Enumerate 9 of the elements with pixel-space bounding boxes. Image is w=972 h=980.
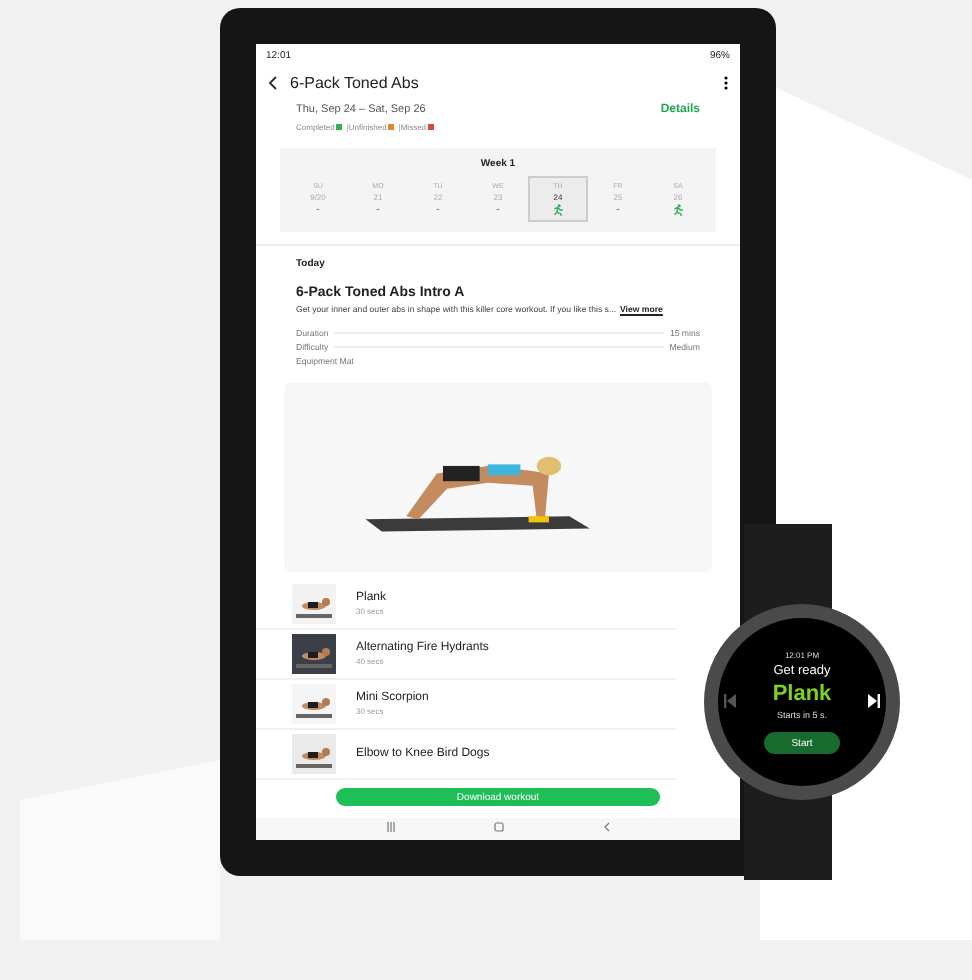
home-icon[interactable] <box>493 822 503 832</box>
back-icon[interactable] <box>268 76 278 90</box>
watch-exercise: Plank <box>772 682 832 706</box>
previous-icon[interactable] <box>724 694 736 708</box>
screen-title: 6-Pack Toned Abs <box>290 74 419 92</box>
runner-icon <box>672 204 684 216</box>
runner-icon <box>552 204 564 216</box>
next-icon[interactable] <box>868 694 880 708</box>
recents-icon[interactable] <box>385 822 395 832</box>
